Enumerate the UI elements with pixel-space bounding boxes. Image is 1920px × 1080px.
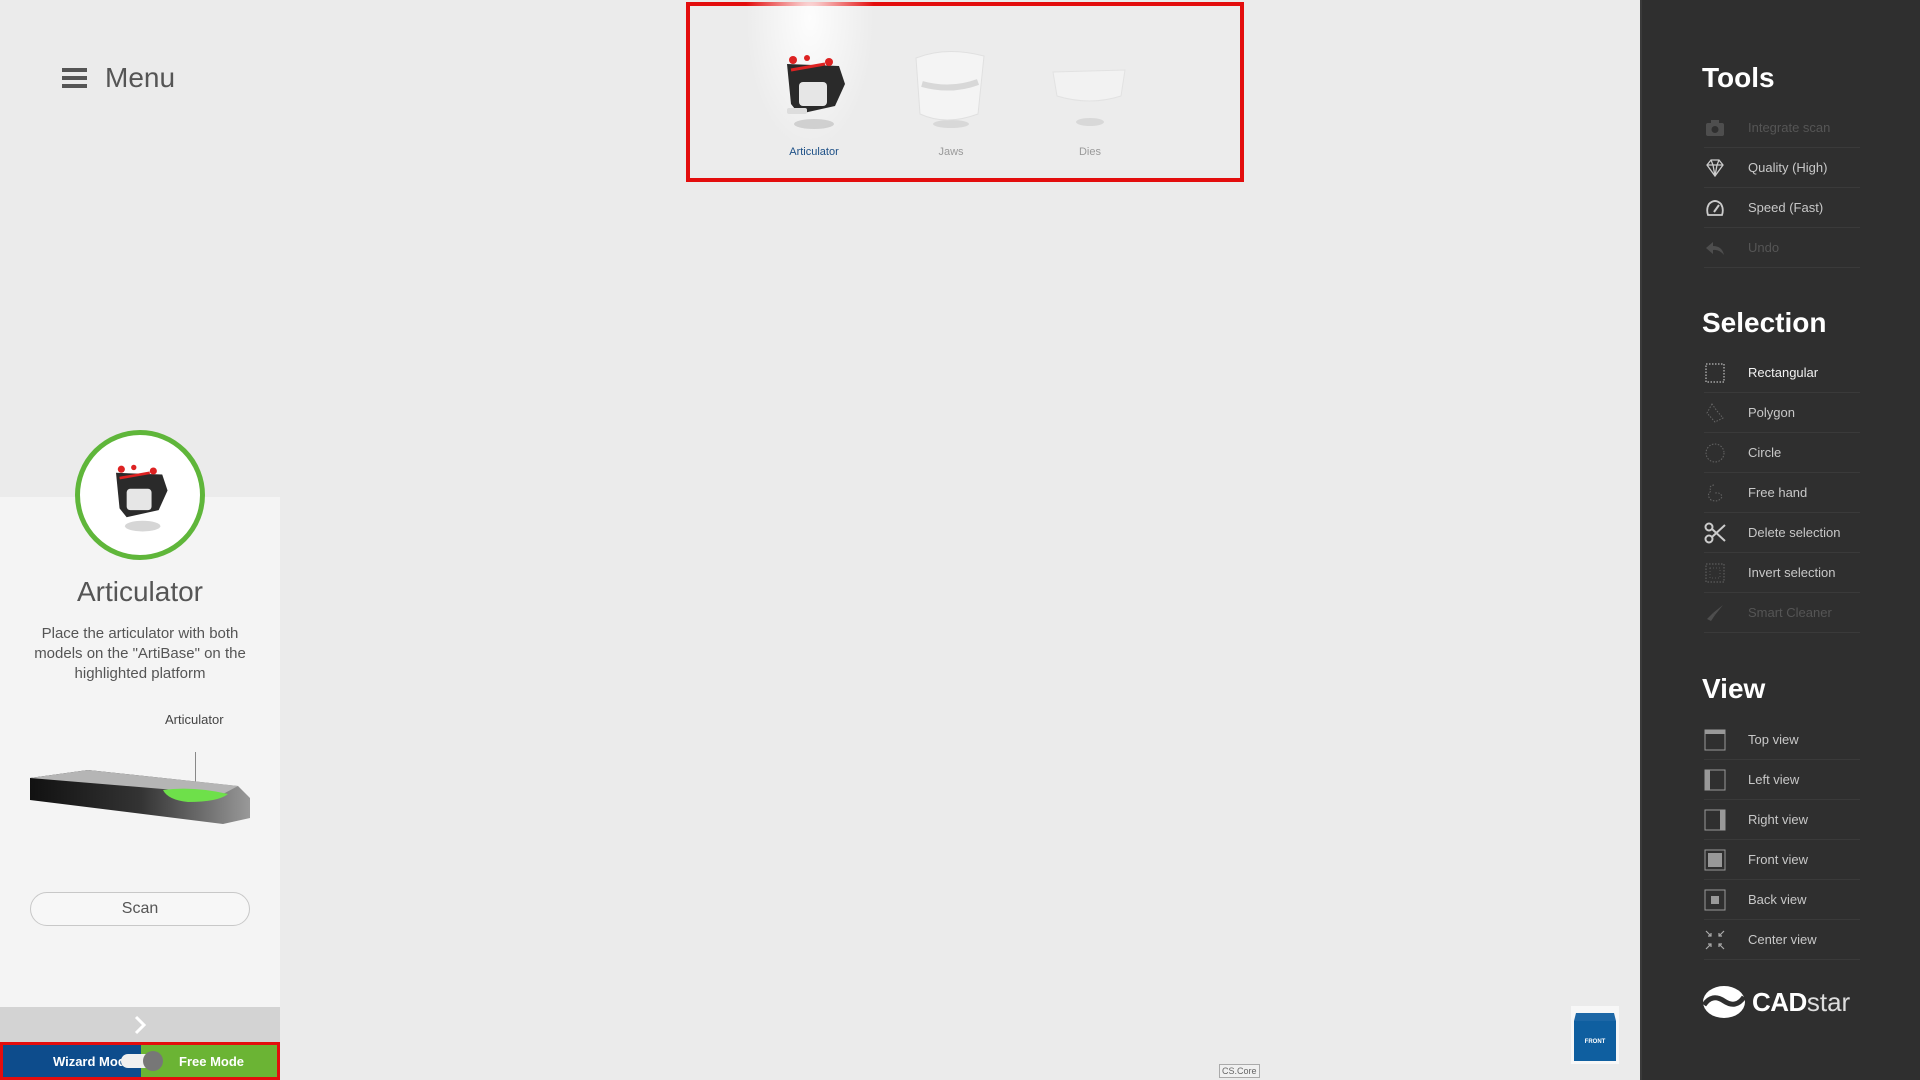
next-step-button[interactable]	[0, 1007, 280, 1043]
tool-label: Top view	[1748, 732, 1799, 747]
picker-item-jaws[interactable]: Jaws	[896, 44, 1006, 158]
tool-label: Quality (High)	[1748, 160, 1828, 175]
tool-label: Polygon	[1748, 405, 1795, 420]
undo-icon	[1704, 237, 1726, 259]
view-top[interactable]: Top view	[1704, 720, 1860, 760]
tool-label: Delete selection	[1748, 525, 1841, 540]
coordinate-system-label: CS.Core	[1219, 1064, 1260, 1078]
picker-item-articulator[interactable]: Articulator	[759, 44, 869, 158]
tool-label: Back view	[1748, 892, 1807, 907]
tool-quality[interactable]: Quality (High)	[1704, 148, 1860, 188]
polygon-select-icon	[1704, 402, 1726, 424]
circle-select-icon	[1704, 442, 1726, 464]
speedometer-icon	[1704, 197, 1726, 219]
articulator-thumbnail	[769, 44, 859, 134]
tool-label: Center view	[1748, 932, 1817, 947]
step-description: Place the articulator with both models o…	[34, 625, 246, 682]
jaws-thumbnail	[906, 44, 996, 134]
view-cube[interactable]: FRONT	[1570, 1005, 1620, 1065]
wizard-panel	[0, 497, 280, 1007]
scanner-platform-illustration	[30, 770, 250, 824]
selection-circle[interactable]: Circle	[1704, 433, 1860, 473]
tool-label: Free hand	[1748, 485, 1808, 500]
top-view-icon	[1704, 729, 1726, 751]
view-right[interactable]: Right view	[1704, 800, 1860, 840]
platform-label: Articulator	[165, 712, 224, 727]
hamburger-icon	[62, 68, 87, 88]
center-view-icon	[1704, 929, 1726, 951]
object-type-picker: Articulator Jaws Dies	[686, 2, 1244, 182]
front-view-icon	[1704, 849, 1726, 871]
selection-rectangular[interactable]: Rectangular	[1704, 353, 1860, 393]
view-center[interactable]: Center view	[1704, 920, 1860, 960]
tool-label: Right view	[1748, 812, 1808, 827]
brush-icon	[1704, 602, 1726, 624]
right-view-icon	[1704, 809, 1726, 831]
tool-label: Left view	[1748, 772, 1800, 787]
view-title: View	[1702, 673, 1766, 704]
view-list: Top view Left view Right view Front view…	[1704, 720, 1860, 960]
view-back[interactable]: Back view	[1704, 880, 1860, 920]
picker-label: Dies	[1078, 146, 1101, 158]
selection-smart-cleaner[interactable]: Smart Cleaner	[1704, 593, 1860, 633]
selection-title: Selection	[1702, 307, 1827, 338]
cube-face-label: FRONT	[1585, 1039, 1606, 1045]
tool-speed[interactable]: Speed (Fast)	[1704, 188, 1860, 228]
selection-free-hand[interactable]: Free hand	[1704, 473, 1860, 513]
mode-switch[interactable]: Wizard Mode Free Mode	[0, 1042, 280, 1080]
tool-label: Rectangular	[1748, 365, 1819, 380]
tool-label: Smart Cleaner	[1748, 605, 1832, 620]
picker-label: Jaws	[938, 146, 964, 158]
toggle-knob[interactable]	[143, 1051, 163, 1071]
articulator-icon	[116, 464, 168, 532]
tools-list: Integrate scan Quality (High) Speed (Fas…	[1704, 108, 1860, 268]
freehand-select-icon	[1704, 482, 1726, 504]
picker-item-dies[interactable]: Dies	[1035, 44, 1145, 158]
selection-list: Rectangular Polygon Circle Free hand Del…	[1704, 353, 1860, 633]
picker-label: Articulator	[789, 146, 839, 158]
rect-select-icon	[1704, 362, 1726, 384]
chevron-right-icon	[134, 1015, 147, 1035]
tools-title: Tools	[1702, 62, 1775, 93]
tool-undo[interactable]: Undo	[1704, 228, 1860, 268]
tool-label: Front view	[1748, 852, 1808, 867]
selection-polygon[interactable]: Polygon	[1704, 393, 1860, 433]
dies-thumbnail	[1045, 44, 1135, 134]
logo-text-light: star	[1806, 986, 1851, 1017]
tool-label: Undo	[1748, 240, 1780, 255]
left-view-icon	[1704, 769, 1726, 791]
diamond-icon	[1704, 157, 1726, 179]
tool-label: Invert selection	[1748, 565, 1836, 580]
invert-select-icon	[1704, 562, 1726, 584]
view-left[interactable]: Left view	[1704, 760, 1860, 800]
step-title: Articulator	[76, 576, 204, 607]
cadstar-logo: CADstar	[1702, 985, 1850, 1019]
scan-button[interactable]: Scan	[30, 892, 250, 926]
view-front[interactable]: Front view	[1704, 840, 1860, 880]
mode-toggle[interactable]	[121, 1051, 163, 1071]
selection-invert[interactable]: Invert selection	[1704, 553, 1860, 593]
tool-integrate-scan[interactable]: Integrate scan	[1704, 108, 1860, 148]
free-mode-label: Free Mode	[179, 1053, 245, 1069]
menu-button[interactable]: Menu	[62, 62, 175, 94]
scissors-icon	[1704, 522, 1726, 544]
back-view-icon	[1704, 889, 1726, 911]
tools-panel: Tools Integrate scan Quality (High) Spee…	[1640, 0, 1920, 1080]
tool-label: Integrate scan	[1748, 120, 1831, 135]
camera-icon	[1704, 117, 1726, 139]
cadstar-logo-icon	[1702, 986, 1746, 1018]
tool-label: Speed (Fast)	[1748, 200, 1824, 215]
menu-label: Menu	[105, 62, 176, 93]
selection-delete[interactable]: Delete selection	[1704, 513, 1860, 553]
tool-label: Circle	[1748, 445, 1782, 460]
logo-text-bold: CAD	[1752, 986, 1807, 1017]
step-image	[75, 430, 205, 560]
